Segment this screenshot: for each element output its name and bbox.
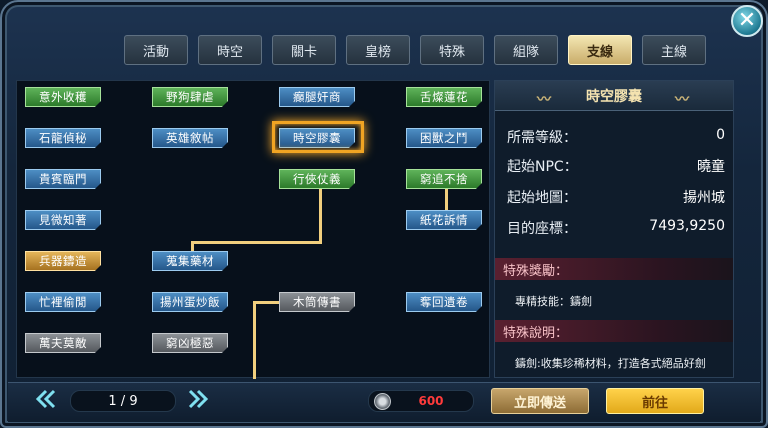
tab-special[interactable]: 特殊 — [420, 35, 484, 65]
quest-node[interactable]: 貴賓臨門 — [25, 169, 101, 189]
reward-header: 特殊獎勵： — [495, 258, 733, 280]
quest-node[interactable]: 英雄敘帖 — [152, 128, 228, 148]
info-row-map: 起始地圖： 揚州城 — [507, 187, 725, 207]
quest-node[interactable]: 石龍偵秘 — [25, 128, 101, 148]
desc-header: 特殊說明： — [495, 320, 733, 342]
quest-node[interactable]: 見微知著 — [25, 210, 101, 230]
quest-node[interactable]: 紙花訴情 — [406, 210, 482, 230]
cost-display: 600 — [368, 390, 474, 412]
quest-node[interactable]: 忙裡偷閒 — [25, 292, 101, 312]
tab-activity[interactable]: 活動 — [124, 35, 188, 65]
info-row-npc: 起始NPC： 曉童 — [507, 156, 725, 176]
double-chevron-left-icon[interactable] — [34, 388, 58, 410]
quest-node[interactable]: 意外收穫 — [25, 87, 101, 107]
connector-line — [253, 301, 279, 304]
quest-node[interactable]: 奪回遺卷 — [406, 292, 482, 312]
tab-time-space[interactable]: 時空 — [198, 35, 262, 65]
desc-text: 鑄劍:收集珍稀材料，打造各式絕品好劍 — [515, 357, 706, 370]
tab-side-quest[interactable]: 支線 — [568, 35, 632, 65]
quest-node[interactable]: 兵器鑄造 — [25, 251, 101, 271]
quest-tree: 意外收穫 野狗肆虐 癲腿奸商 舌燦蓮花 石龍偵秘 英雄敘帖 時空膠囊 困獸之鬥 … — [16, 80, 490, 379]
info-row-coords: 目的座標： 7493,9250 — [507, 218, 725, 238]
connector-line — [253, 301, 256, 379]
cloud-ornament-icon: 〰 — [675, 92, 689, 108]
double-chevron-right-icon[interactable] — [186, 388, 210, 410]
go-button[interactable]: 前往 — [606, 388, 704, 414]
quest-node[interactable]: 癲腿奸商 — [279, 87, 355, 107]
reward-text: 專精技能：鑄劍 — [515, 295, 592, 308]
info-key: 起始NPC： — [507, 159, 578, 175]
quest-node[interactable]: 蒐集藥材 — [152, 251, 228, 271]
close-icon[interactable]: ✕ — [731, 5, 763, 37]
info-value: 揚州城 — [683, 190, 725, 206]
connector-line — [319, 189, 322, 243]
cost-value: 600 — [418, 394, 444, 408]
info-value: 曉童 — [697, 159, 725, 175]
teleport-button[interactable]: 立即傳送 — [491, 388, 589, 414]
tab-imperial-list[interactable]: 皇榜 — [346, 35, 410, 65]
info-value: 0 — [716, 127, 725, 143]
quest-node[interactable]: 舌燦蓮花 — [406, 87, 482, 107]
info-key: 起始地圖： — [507, 190, 577, 206]
quest-node[interactable]: 窮追不捨 — [406, 169, 482, 189]
info-key: 所需等級： — [507, 130, 577, 146]
page-indicator: 1 / 9 — [70, 390, 176, 412]
connector-line — [445, 189, 448, 211]
info-key: 目的座標： — [507, 221, 577, 237]
cloud-ornament-icon: 〰 — [537, 92, 551, 108]
tab-stage[interactable]: 關卡 — [272, 35, 336, 65]
info-value: 7493,9250 — [649, 218, 725, 234]
quest-node[interactable]: 窮凶極惡 — [152, 333, 228, 353]
quest-detail-panel: 〰 時空膠囊 〰 所需等級： 0 起始NPC： 曉童 起始地圖： 揚州城 目的座… — [494, 80, 734, 378]
quest-node[interactable]: 行俠仗義 — [279, 169, 355, 189]
quest-node[interactable]: 木筒傳書 — [279, 292, 355, 312]
tab-main-quest[interactable]: 主線 — [642, 35, 706, 65]
info-row-level: 所需等級： 0 — [507, 127, 725, 147]
detail-header: 〰 時空膠囊 〰 — [495, 81, 733, 111]
quest-node[interactable]: 萬夫莫敵 — [25, 333, 101, 353]
tab-team[interactable]: 組隊 — [494, 35, 558, 65]
quest-node[interactable]: 困獸之鬥 — [406, 128, 482, 148]
connector-line — [191, 241, 322, 244]
quest-node[interactable]: 揚州蛋炒飯 — [152, 292, 228, 312]
detail-title: 時空膠囊 — [586, 88, 642, 105]
selection-highlight — [272, 121, 364, 153]
quest-node[interactable]: 野狗肆虐 — [152, 87, 228, 107]
